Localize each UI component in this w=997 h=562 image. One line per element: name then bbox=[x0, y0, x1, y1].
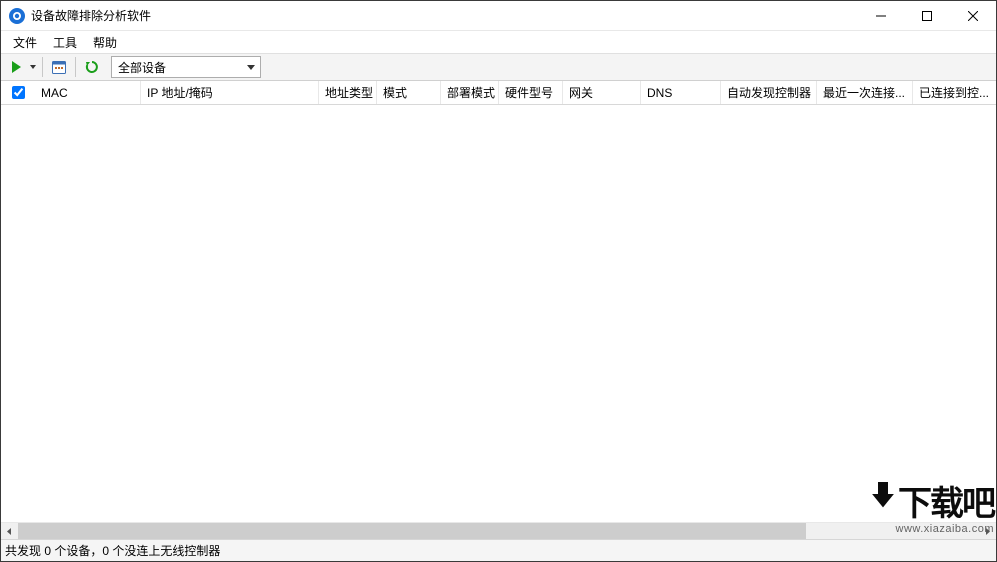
toolbar-separator bbox=[75, 57, 76, 77]
column-ip-mask[interactable]: IP 地址/掩码 bbox=[141, 81, 319, 104]
scroll-track[interactable] bbox=[18, 523, 979, 539]
column-dns[interactable]: DNS bbox=[641, 81, 721, 104]
device-grid: MAC IP 地址/掩码 地址类型 模式 部署模式 硬件型号 网关 DNS 自动… bbox=[1, 81, 996, 539]
scroll-right-button[interactable] bbox=[979, 523, 996, 539]
close-button[interactable] bbox=[950, 1, 996, 31]
chevron-down-icon bbox=[242, 57, 260, 77]
app-window: 设备故障排除分析软件 文件 工具 帮助 bbox=[0, 0, 997, 562]
column-gateway[interactable]: 网关 bbox=[563, 81, 641, 104]
column-select-all[interactable] bbox=[1, 81, 35, 104]
run-button[interactable] bbox=[4, 55, 28, 79]
menu-file[interactable]: 文件 bbox=[5, 32, 45, 53]
titlebar: 设备故障排除分析软件 bbox=[1, 1, 996, 31]
column-last-conn[interactable]: 最近一次连接... bbox=[817, 81, 913, 104]
toolbar: 全部设备 bbox=[1, 53, 996, 81]
horizontal-scrollbar[interactable] bbox=[1, 522, 996, 539]
column-mode[interactable]: 模式 bbox=[377, 81, 441, 104]
column-deploy-mode[interactable]: 部署模式 bbox=[441, 81, 499, 104]
run-dropdown-caret[interactable] bbox=[27, 55, 39, 79]
grid-body[interactable] bbox=[1, 105, 996, 522]
select-all-checkbox[interactable] bbox=[12, 86, 25, 99]
menu-tools[interactable]: 工具 bbox=[45, 32, 85, 53]
scroll-thumb[interactable] bbox=[18, 523, 806, 539]
calendar-button[interactable] bbox=[47, 55, 71, 79]
device-filter-text: 全部设备 bbox=[112, 59, 242, 76]
column-auto-controller[interactable]: 自动发现控制器 bbox=[721, 81, 817, 104]
column-connected-ctrl[interactable]: 已连接到控... bbox=[913, 81, 996, 104]
column-hw-model[interactable]: 硬件型号 bbox=[499, 81, 563, 104]
column-addr-type[interactable]: 地址类型 bbox=[319, 81, 377, 104]
statusbar: 共发现 0 个设备，0 个没连上无线控制器 bbox=[1, 539, 996, 561]
device-filter-combo[interactable]: 全部设备 bbox=[111, 56, 261, 78]
column-mac[interactable]: MAC bbox=[35, 81, 141, 104]
grid-header: MAC IP 地址/掩码 地址类型 模式 部署模式 硬件型号 网关 DNS 自动… bbox=[1, 81, 996, 105]
toolbar-separator bbox=[42, 57, 43, 77]
app-icon bbox=[9, 8, 25, 24]
maximize-button[interactable] bbox=[904, 1, 950, 31]
status-text: 共发现 0 个设备，0 个没连上无线控制器 bbox=[5, 542, 220, 559]
run-split-button[interactable] bbox=[3, 55, 39, 79]
minimize-button[interactable] bbox=[858, 1, 904, 31]
menubar: 文件 工具 帮助 bbox=[1, 31, 996, 53]
window-title: 设备故障排除分析软件 bbox=[31, 7, 151, 24]
scroll-left-button[interactable] bbox=[1, 523, 18, 539]
refresh-button[interactable] bbox=[80, 55, 104, 79]
menu-help[interactable]: 帮助 bbox=[85, 32, 125, 53]
